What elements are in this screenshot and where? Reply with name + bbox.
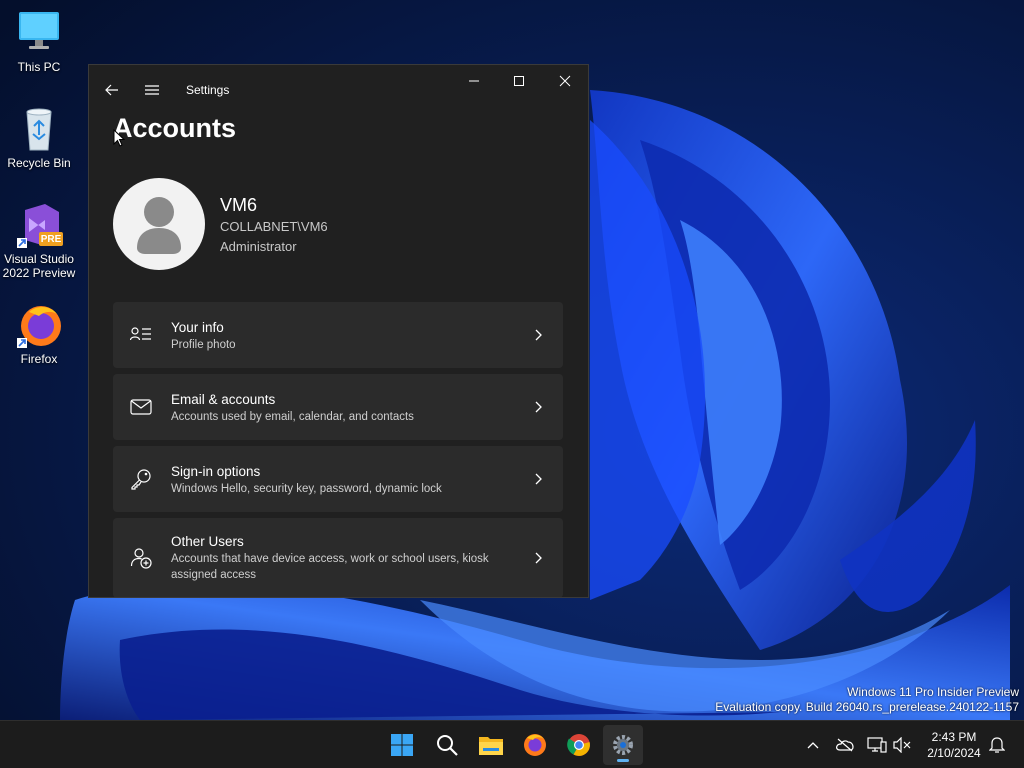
setting-your-info[interactable]: Your info Profile photo: [113, 302, 563, 368]
system-clock[interactable]: 2:43 PM 2/10/2024: [918, 729, 990, 761]
setting-description: Accounts used by email, calendar, and co…: [171, 411, 414, 423]
maximize-button[interactable]: [496, 65, 542, 97]
file-explorer-button[interactable]: [471, 725, 511, 765]
avatar[interactable]: [113, 178, 205, 270]
user-domain: COLLABNET\VM6: [220, 219, 328, 234]
setting-title: Other Users: [171, 534, 244, 549]
setting-title: Email & accounts: [171, 392, 276, 407]
mail-icon: [129, 395, 153, 419]
settings-taskbar-button[interactable]: [603, 725, 643, 765]
close-button[interactable]: [542, 65, 588, 97]
desktop-icon-label: Visual Studio 2022 Preview: [2, 252, 76, 280]
onedrive-tray-button[interactable]: [833, 733, 857, 757]
desktop-icon-this-pc[interactable]: This PC: [0, 10, 78, 74]
maximize-icon: [514, 76, 524, 86]
page-title: Accounts: [113, 113, 237, 143]
search-icon: [437, 735, 458, 756]
firefox-icon: [524, 734, 546, 756]
hamburger-icon: [145, 85, 159, 95]
chevron-up-icon: [807, 742, 819, 749]
close-icon: [559, 75, 571, 87]
desktop-icon-label: Recycle Bin: [7, 156, 71, 170]
contact-card-icon: [129, 323, 153, 347]
clock-time: 2:43 PM: [931, 730, 977, 744]
file-explorer-icon: [479, 737, 503, 755]
bell-icon: [989, 737, 1005, 753]
setting-title: Sign-in options: [171, 464, 261, 479]
show-hidden-icons-button[interactable]: [801, 733, 825, 757]
visual-studio-icon: PRE: [15, 202, 63, 248]
chevron-right-icon: [531, 550, 547, 566]
mouse-cursor-icon: [113, 129, 125, 147]
firefox-taskbar-button[interactable]: [515, 725, 555, 765]
person-icon: [137, 197, 181, 254]
setting-description: Windows Hello, security key, password, d…: [171, 483, 442, 495]
chevron-right-icon: [531, 327, 547, 343]
setting-sign-in-options[interactable]: Sign-in options Windows Hello, security …: [113, 446, 563, 512]
setting-title: Your info: [171, 320, 224, 335]
desktop-icon-label: This PC: [17, 60, 61, 74]
key-icon: [129, 467, 153, 491]
setting-description: Accounts that have device access, work o…: [171, 553, 489, 581]
window-title: Settings: [186, 83, 230, 97]
watermark-line-1: Windows 11 Pro Insider Preview: [847, 685, 1019, 699]
active-app-indicator: [617, 759, 629, 762]
monitor-icon: [15, 10, 63, 56]
chrome-icon: [567, 734, 590, 756]
add-user-icon: [129, 546, 153, 570]
taskbar: 2:43 PM 2/10/2024: [0, 720, 1024, 768]
recycle-bin-icon: [15, 106, 63, 152]
volume-tray-button[interactable]: [890, 733, 914, 757]
notifications-button[interactable]: [985, 733, 1009, 757]
network-icon: [867, 737, 887, 753]
desktop-icon-label: Firefox: [20, 352, 58, 366]
settings-window: Settings Accounts VM6 COLLABNET\VM6 Admi…: [88, 64, 589, 598]
os-watermark: Windows 11 Pro Insider Preview Evaluatio…: [715, 685, 1019, 715]
network-tray-button[interactable]: [865, 733, 889, 757]
user-name: VM6: [220, 195, 258, 215]
search-button[interactable]: [427, 725, 467, 765]
setting-other-users[interactable]: Other Users Accounts that have device ac…: [113, 518, 563, 597]
settings-icon: [613, 735, 633, 755]
user-profile: VM6 COLLABNET\VM6 Administrator: [113, 178, 563, 270]
chevron-right-icon: [531, 471, 547, 487]
pre-badge: PRE: [40, 234, 62, 245]
cloud-offline-icon: [836, 738, 854, 752]
start-icon: [391, 734, 413, 756]
start-button[interactable]: [382, 725, 422, 765]
minimize-button[interactable]: [451, 65, 497, 97]
volume-muted-icon: [893, 737, 911, 753]
desktop-icon-visual-studio[interactable]: PRE Visual Studio 2022 Preview: [0, 202, 78, 280]
user-role: Administrator: [220, 239, 297, 254]
setting-description: Profile photo: [171, 339, 236, 351]
desktop-icon-recycle-bin[interactable]: Recycle Bin: [0, 106, 78, 170]
firefox-icon: [15, 302, 63, 348]
title-bar[interactable]: Settings: [89, 65, 588, 115]
chevron-right-icon: [531, 399, 547, 415]
clock-date: 2/10/2024: [927, 746, 981, 760]
back-arrow-icon: [105, 84, 118, 96]
setting-email-accounts[interactable]: Email & accounts Accounts used by email,…: [113, 374, 563, 440]
watermark-line-2: Evaluation copy. Build 26040.rs_prerelea…: [715, 700, 1019, 714]
navigation-menu-button[interactable]: [129, 74, 175, 106]
desktop-icon-firefox[interactable]: Firefox: [0, 302, 78, 366]
minimize-icon: [469, 80, 479, 82]
chrome-taskbar-button[interactable]: [559, 725, 599, 765]
